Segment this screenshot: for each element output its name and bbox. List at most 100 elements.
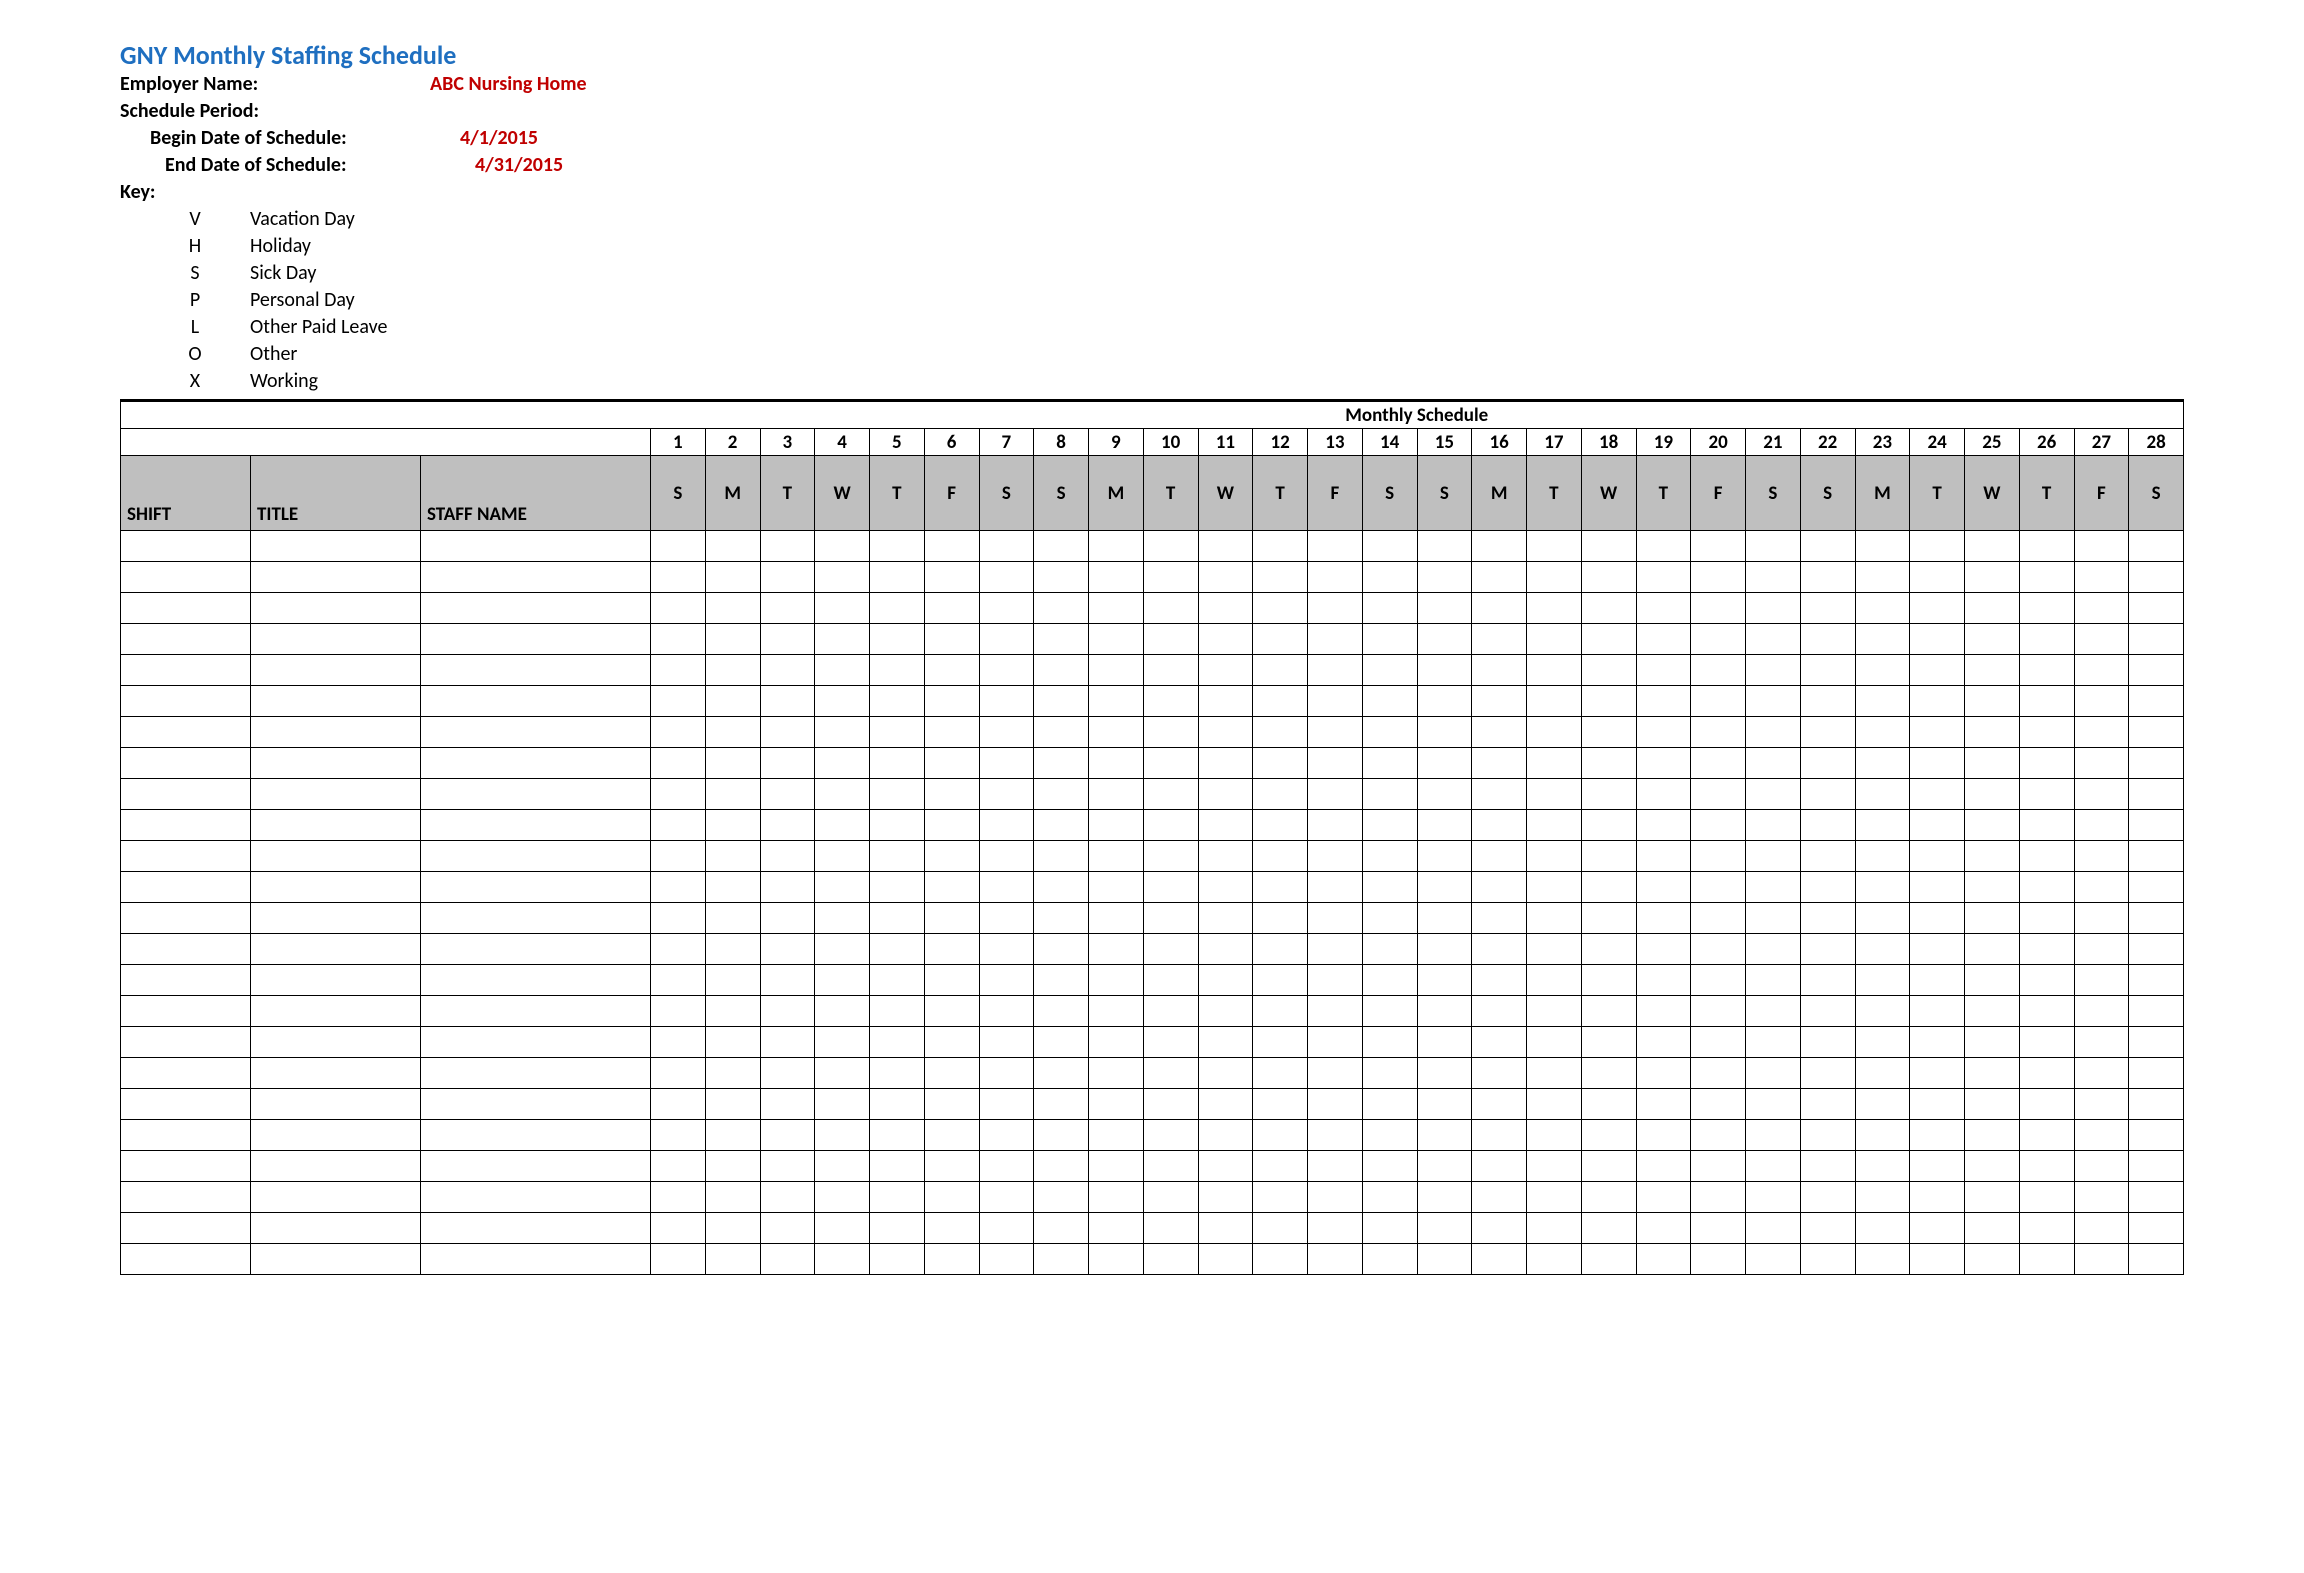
cell <box>651 748 706 779</box>
key-desc: Vacation Day <box>225 206 355 233</box>
cell <box>1089 655 1144 686</box>
cell <box>1855 1213 1910 1244</box>
cell <box>815 1213 870 1244</box>
table-row <box>121 1244 2184 1275</box>
cell <box>1034 562 1089 593</box>
cell <box>651 841 706 872</box>
cell <box>1198 655 1253 686</box>
cell <box>1691 872 1746 903</box>
cell <box>1253 1089 1308 1120</box>
cell <box>979 934 1034 965</box>
cell <box>1362 1120 1417 1151</box>
cell <box>1800 531 1855 562</box>
cell <box>1581 779 1636 810</box>
cell <box>1965 996 2020 1027</box>
cell <box>2129 593 2184 624</box>
cell <box>2129 965 2184 996</box>
cell <box>651 1213 706 1244</box>
table-row <box>121 624 2184 655</box>
day-of-week: T <box>1143 456 1198 531</box>
cell <box>651 934 706 965</box>
table-row <box>121 779 2184 810</box>
cell <box>251 779 421 810</box>
cell <box>760 903 815 934</box>
cell <box>1910 934 1965 965</box>
cell <box>815 717 870 748</box>
day-of-week: W <box>815 456 870 531</box>
cell <box>705 841 760 872</box>
cell <box>979 717 1034 748</box>
cell <box>1362 624 1417 655</box>
cell <box>924 531 979 562</box>
cell <box>1855 1120 1910 1151</box>
cell <box>1746 748 1801 779</box>
cell <box>870 934 925 965</box>
cell <box>1308 965 1363 996</box>
cell <box>1636 562 1691 593</box>
cell <box>1691 1027 1746 1058</box>
cell <box>760 717 815 748</box>
cell <box>924 810 979 841</box>
day-number: 4 <box>815 429 870 456</box>
cell <box>651 965 706 996</box>
employer-value: ABC Nursing Home <box>430 71 587 98</box>
day-number: 20 <box>1691 429 1746 456</box>
day-number: 21 <box>1746 429 1801 456</box>
cell <box>1691 996 1746 1027</box>
cell <box>1472 1058 1527 1089</box>
cell <box>1800 1182 1855 1213</box>
cell <box>979 624 1034 655</box>
day-number: 7 <box>979 429 1034 456</box>
cell <box>1198 1213 1253 1244</box>
cell <box>2019 810 2074 841</box>
cell <box>1746 872 1801 903</box>
cell <box>815 841 870 872</box>
cell <box>651 779 706 810</box>
cell <box>1472 996 1527 1027</box>
cell <box>251 562 421 593</box>
cell <box>2129 1182 2184 1213</box>
table-row <box>121 1027 2184 1058</box>
cell <box>979 1244 1034 1275</box>
cell <box>924 1058 979 1089</box>
cell <box>979 593 1034 624</box>
cell <box>760 1151 815 1182</box>
cell <box>979 562 1034 593</box>
day-of-week: W <box>1198 456 1253 531</box>
cell <box>1855 996 1910 1027</box>
cell <box>251 624 421 655</box>
cell <box>1800 1244 1855 1275</box>
cell <box>1965 1089 2020 1120</box>
cell <box>760 655 815 686</box>
cell <box>1308 593 1363 624</box>
cell <box>1581 624 1636 655</box>
cell <box>2019 1120 2074 1151</box>
cell <box>1417 841 1472 872</box>
cell <box>1855 717 1910 748</box>
table-row <box>121 1182 2184 1213</box>
cell <box>1034 531 1089 562</box>
table-row <box>121 748 2184 779</box>
cell <box>1417 810 1472 841</box>
day-of-week: S <box>1800 456 1855 531</box>
table-row <box>121 593 2184 624</box>
cell <box>705 1120 760 1151</box>
cell <box>1746 810 1801 841</box>
cell <box>421 779 651 810</box>
cell <box>1034 1089 1089 1120</box>
cell <box>1143 841 1198 872</box>
cell <box>1527 1182 1582 1213</box>
cell <box>1143 1089 1198 1120</box>
day-number: 6 <box>924 429 979 456</box>
cell <box>1034 903 1089 934</box>
cell <box>1417 1213 1472 1244</box>
cell <box>1581 965 1636 996</box>
cell <box>2074 841 2129 872</box>
cell <box>815 965 870 996</box>
cell <box>1636 1120 1691 1151</box>
cell <box>1143 1244 1198 1275</box>
cell <box>2019 996 2074 1027</box>
cell <box>1636 686 1691 717</box>
cell <box>1472 1151 1527 1182</box>
cell <box>979 655 1034 686</box>
